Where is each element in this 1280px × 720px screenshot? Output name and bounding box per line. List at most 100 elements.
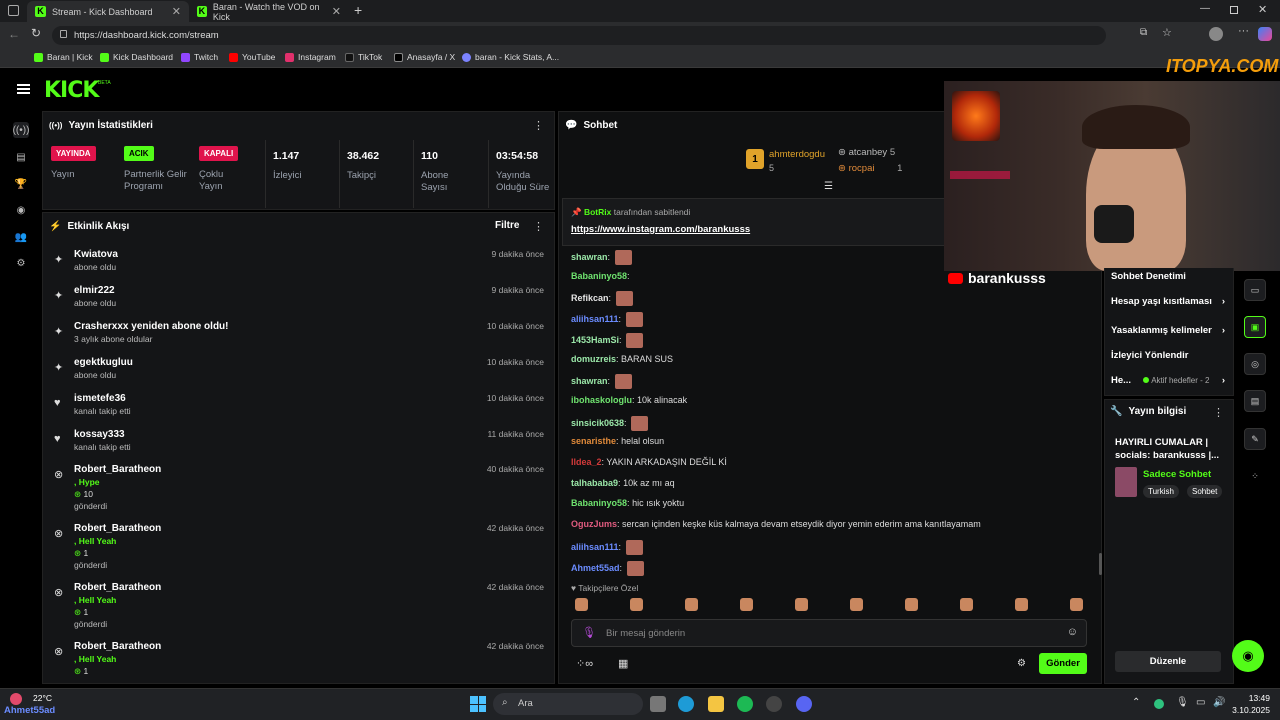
activity-name[interactable]: Robert_Baratheon <box>74 582 161 593</box>
close-window-icon[interactable]: ✕ <box>1258 3 1267 16</box>
copilot-icon[interactable] <box>1258 27 1272 41</box>
activity-name[interactable]: Robert_Baratheon <box>74 641 161 652</box>
analytics-icon[interactable]: ▤ <box>13 149 29 165</box>
hamburger-menu-icon[interactable] <box>17 84 30 94</box>
activity-menu-icon[interactable]: ⋮ <box>533 220 544 233</box>
goals-item[interactable]: He... Aktif hedefler - 2 › <box>1111 375 1225 386</box>
minimize-icon[interactable]: — <box>1200 3 1210 14</box>
quick-emote-icon[interactable] <box>1070 598 1083 611</box>
network-icon[interactable]: ▭ <box>1196 697 1205 708</box>
tag-badge[interactable]: Sohbet <box>1187 485 1223 498</box>
steam-icon[interactable] <box>766 696 782 712</box>
bookmark-twitch[interactable]: Twitch <box>181 52 218 62</box>
bookmark-tiktok[interactable]: TikTok <box>345 52 382 62</box>
help-chat-icon[interactable]: ◉ <box>1232 640 1264 672</box>
leader-3[interactable]: ⊛ rocpai 1 <box>838 163 902 174</box>
edge-icon[interactable] <box>678 696 694 712</box>
tools-icon[interactable]: ✎ <box>1244 428 1266 450</box>
chat-username[interactable]: Babaninyo58 <box>571 498 627 508</box>
url-field[interactable]: https://dashboard.kick.com/stream <box>52 26 1106 45</box>
windows-start-icon[interactable] <box>470 696 486 712</box>
category-name[interactable]: Sadece Sohbet <box>1143 469 1211 480</box>
chat-username[interactable]: ibohaskologlu <box>571 395 632 405</box>
bookmark-kick-stats[interactable]: baran - Kick Stats, A... <box>462 52 559 62</box>
bookmark-x[interactable]: Anasayfa / X <box>394 52 455 62</box>
tray-chevron-icon[interactable]: ⌃ <box>1132 697 1140 708</box>
send-button[interactable]: Gönder <box>1039 653 1087 674</box>
tab-vod[interactable]: K Baran - Watch the VOD on Kick ✕ <box>189 1 349 22</box>
tray-app-icon[interactable] <box>1154 699 1164 709</box>
collapse-icon[interactable]: ☰ <box>824 181 833 192</box>
bookmark-instagram[interactable]: Instagram <box>285 52 336 62</box>
info-menu-icon[interactable]: ⋮ <box>1213 406 1224 419</box>
back-icon[interactable]: ← <box>8 27 20 41</box>
task-view-icon[interactable] <box>650 696 666 712</box>
chat-username[interactable]: domuzreis <box>571 354 616 364</box>
profile-avatar-icon[interactable] <box>1209 27 1223 41</box>
chat-username[interactable]: talhababa9 <box>571 478 618 488</box>
close-tab-icon[interactable]: ✕ <box>332 5 341 18</box>
kick-points-icon[interactable]: ⁘∞ <box>576 657 593 670</box>
clock-time[interactable]: 13:49 <box>1234 693 1270 703</box>
activity-name[interactable]: Crasherxxx yeniden abone oldu! <box>74 321 229 332</box>
quick-emote-icon[interactable] <box>960 598 973 611</box>
tab-actions-icon[interactable] <box>8 5 19 16</box>
leader-2[interactable]: ⊛ atcanbey 5 <box>838 147 895 158</box>
quick-emote-icon[interactable] <box>1015 598 1028 611</box>
notes-icon[interactable]: ▭ <box>1244 279 1266 301</box>
mod-item-banned-words[interactable]: Yasaklanmış kelimeler › <box>1111 325 1225 336</box>
weather-temp[interactable]: 22°C <box>33 693 52 703</box>
filter-button[interactable]: Filtre <box>495 220 519 231</box>
tab-stream-dashboard[interactable]: K Stream - Kick Dashboard ✕ <box>27 1 189 22</box>
activity-name[interactable]: elmir222 <box>74 285 115 296</box>
moderation-icon[interactable]: ◉ <box>13 202 29 218</box>
kick-logo[interactable]: KICK <box>44 78 99 103</box>
chat-username[interactable]: 1453HamSi <box>571 335 619 345</box>
pinned-link[interactable]: https://www.instagram.com/barankusss <box>571 224 750 235</box>
activity-name[interactable]: Robert_Baratheon <box>74 464 161 475</box>
bookmark-youtube[interactable]: YouTube <box>229 52 275 62</box>
taskbar-search[interactable]: ⌕ Ara <box>493 693 643 715</box>
chat-scrollbar[interactable] <box>1099 553 1102 575</box>
mod-item-raid[interactable]: İzleyici Yönlendir <box>1111 350 1188 361</box>
menu-dots-icon[interactable]: ··· <box>1238 25 1249 37</box>
edit-button[interactable]: Düzenle <box>1115 651 1221 672</box>
quick-emote-icon[interactable] <box>850 598 863 611</box>
community-icon[interactable]: 👥 <box>13 229 29 245</box>
chat-username[interactable]: Ahmet55ad <box>571 562 620 572</box>
activity-name[interactable]: Robert_Baratheon <box>74 523 161 534</box>
quick-emote-icon[interactable] <box>905 598 918 611</box>
chat-username[interactable]: Ildea_2 <box>571 457 602 467</box>
stats-menu-icon[interactable]: ⋮ <box>533 119 544 132</box>
quick-emote-icon[interactable] <box>685 598 698 611</box>
spotify-icon[interactable] <box>737 696 753 712</box>
quick-emote-icon[interactable] <box>795 598 808 611</box>
chat-username[interactable]: Babaninyo58 <box>571 271 627 281</box>
chat-icon[interactable]: ▣ <box>1244 316 1266 338</box>
chat-username[interactable]: aliihsan111 <box>571 542 619 552</box>
chat-username[interactable]: aliihsan111 <box>571 314 619 324</box>
trophy-icon[interactable]: 🏆 <box>13 176 29 192</box>
activity-name[interactable]: kossay333 <box>74 429 125 440</box>
kick-points-icon[interactable]: ⁘ <box>1244 465 1266 487</box>
favorites-icon[interactable]: ☆ <box>1162 26 1172 39</box>
tag-badge[interactable]: Turkish <box>1143 485 1179 498</box>
broadcast-icon[interactable]: ◎ <box>1244 353 1266 375</box>
file-explorer-icon[interactable] <box>708 696 724 712</box>
broadcast-icon[interactable]: ((•)) <box>13 122 29 138</box>
reload-icon[interactable]: ↻ <box>31 26 41 40</box>
maximize-icon[interactable] <box>1230 6 1238 14</box>
activity-name[interactable]: ismetefe36 <box>74 393 126 404</box>
chat-username[interactable]: sinsicik0638 <box>571 417 624 427</box>
emoji-icon[interactable]: ☺ <box>1067 626 1078 638</box>
close-tab-icon[interactable]: ✕ <box>172 5 181 18</box>
activity-name[interactable]: Kwiatova <box>74 249 118 260</box>
chat-username[interactable]: senaristhe <box>571 436 616 446</box>
settings-icon[interactable]: ⚙ <box>13 255 29 271</box>
bookmark-kick-dashboard[interactable]: Kick Dashboard <box>100 52 173 62</box>
quick-emote-icon[interactable] <box>630 598 643 611</box>
new-tab-icon[interactable]: + <box>354 2 362 18</box>
chat-username[interactable]: shawran <box>571 252 608 262</box>
chat-settings-icon[interactable]: ⚙ <box>1017 658 1026 669</box>
extensions-icon[interactable]: ⧉ <box>1140 27 1147 38</box>
